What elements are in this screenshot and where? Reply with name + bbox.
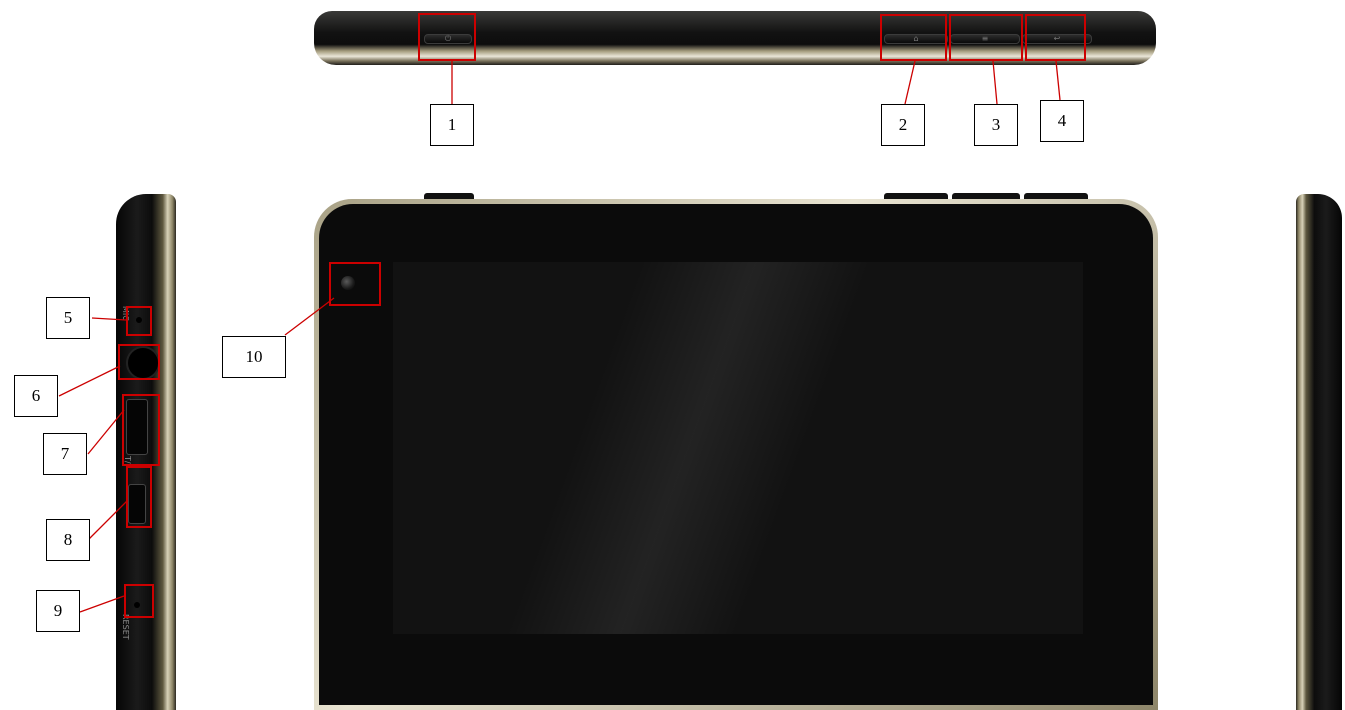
- highlight-8: [126, 466, 152, 528]
- highlight-3: [949, 14, 1023, 61]
- label-4: 4: [1040, 100, 1084, 142]
- screen-glare: [393, 262, 1083, 634]
- label-1: 1: [430, 104, 474, 146]
- highlight-9: [124, 584, 154, 618]
- highlight-6: [118, 344, 160, 380]
- tablet-right-side-view: [1296, 194, 1342, 710]
- label-6: 6: [14, 375, 58, 417]
- tablet-screen: [393, 262, 1083, 634]
- leader-line-4: [1055, 60, 1061, 101]
- label-9: 9: [36, 590, 80, 632]
- highlight-1: [418, 13, 476, 61]
- highlight-7: [122, 394, 160, 466]
- leader-line-2: [904, 60, 916, 105]
- tablet-front-view: [314, 199, 1158, 710]
- highlight-2: [880, 14, 947, 61]
- label-8: 8: [46, 519, 90, 561]
- highlight-4: [1025, 14, 1086, 61]
- tablet-bezel: [319, 204, 1153, 705]
- label-3: 3: [974, 104, 1018, 146]
- highlight-10: [329, 262, 381, 306]
- label-7: 7: [43, 433, 87, 475]
- label-2: 2: [881, 104, 925, 146]
- label-10: 10: [222, 336, 286, 378]
- label-5: 5: [46, 297, 90, 339]
- leader-line-6: [58, 365, 121, 397]
- highlight-5: [126, 306, 152, 336]
- leader-line-3: [992, 60, 998, 105]
